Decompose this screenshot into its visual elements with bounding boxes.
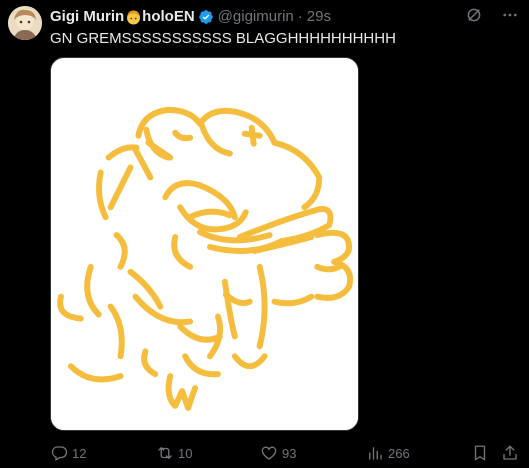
tweet-header: Gigi Murin holoEN @gigimurin · 29s (50, 8, 331, 26)
bookmark-icon (474, 445, 486, 461)
reply-icon (51, 446, 68, 461)
like-count: 93 (282, 445, 297, 461)
bookmark-button[interactable] (471, 444, 489, 462)
tweet-image[interactable] (50, 57, 359, 431)
heart-icon (261, 446, 277, 460)
timestamp[interactable]: 29s (307, 8, 331, 26)
views-count: 266 (388, 445, 410, 461)
views-icon (369, 447, 382, 460)
share-button[interactable] (501, 444, 519, 462)
like-button[interactable]: 93 (260, 444, 296, 462)
avatar-image (8, 6, 42, 40)
action-bar: 12 10 93 266 (50, 444, 519, 464)
display-name[interactable]: Gigi Murin (50, 8, 124, 26)
repost-icon (158, 447, 172, 459)
handle[interactable]: @gigimurin (218, 8, 294, 26)
drawing-image (51, 58, 358, 430)
tweet-text: GN GREMSSSSSSSSSSS BLAGGHHHHHHHHHH (50, 30, 396, 47)
repost-button[interactable]: 10 (156, 444, 192, 462)
girl-emoji-icon (125, 9, 142, 26)
repost-count: 10 (178, 445, 193, 461)
separator: · (297, 8, 303, 25)
verified-badge-icon (198, 10, 213, 24)
display-name-suffix[interactable]: holoEN (142, 8, 195, 26)
grok-icon[interactable] (465, 6, 483, 24)
share-icon (503, 445, 517, 460)
reply-button[interactable]: 12 (50, 444, 86, 462)
more-icon[interactable] (501, 6, 519, 24)
avatar[interactable] (8, 6, 42, 40)
reply-count: 12 (72, 445, 87, 461)
top-actions (465, 6, 519, 24)
views-button[interactable]: 266 (366, 444, 410, 462)
